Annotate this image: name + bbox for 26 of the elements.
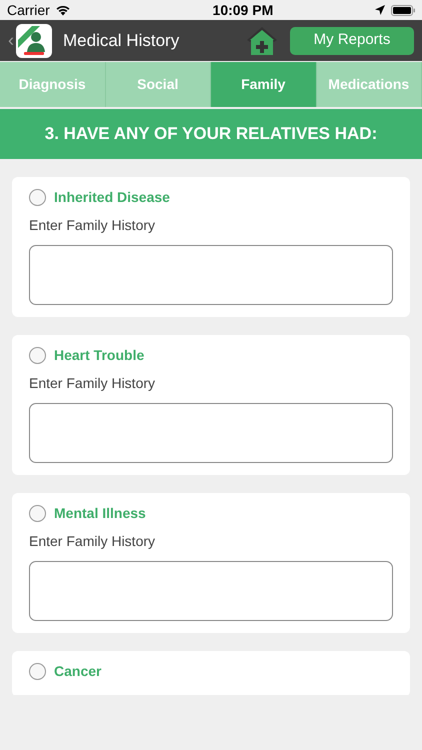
- field-label: Enter Family History: [29, 216, 156, 235]
- tab[interactable]: Family: [211, 62, 316, 107]
- radio-button[interactable]: [29, 663, 46, 680]
- battery-icon: [390, 4, 415, 16]
- family-history-field[interactable]: [29, 403, 393, 463]
- field-label: Enter Family History: [29, 532, 156, 551]
- condition-label: Heart Trouble: [54, 346, 144, 365]
- section-header: 3. HAVE ANY OF YOUR RELATIVES HAD:: [0, 109, 422, 159]
- radio-button[interactable]: [29, 347, 46, 364]
- home-icon[interactable]: [246, 26, 278, 56]
- condition-label: Mental Illness: [54, 504, 146, 523]
- clock: 10:09 PM: [212, 0, 274, 20]
- family-history-field[interactable]: [29, 245, 393, 305]
- condition-label: Cancer: [54, 662, 102, 681]
- location-arrow-icon: [374, 5, 385, 15]
- screen-title: Medical History: [63, 30, 180, 52]
- app-logo-icon: [16, 24, 52, 58]
- my-reports-button[interactable]: My Reports: [290, 26, 414, 54]
- carrier-label: Carrier: [7, 0, 50, 20]
- back-chevron[interactable]: ‹: [8, 27, 14, 54]
- radio-button[interactable]: [29, 505, 46, 522]
- condition-label: Inherited Disease: [54, 188, 170, 207]
- family-history-field[interactable]: [29, 561, 393, 621]
- field-label: Enter Family History: [29, 374, 156, 393]
- radio-button[interactable]: [29, 189, 46, 206]
- wifi-icon: [54, 4, 71, 16]
